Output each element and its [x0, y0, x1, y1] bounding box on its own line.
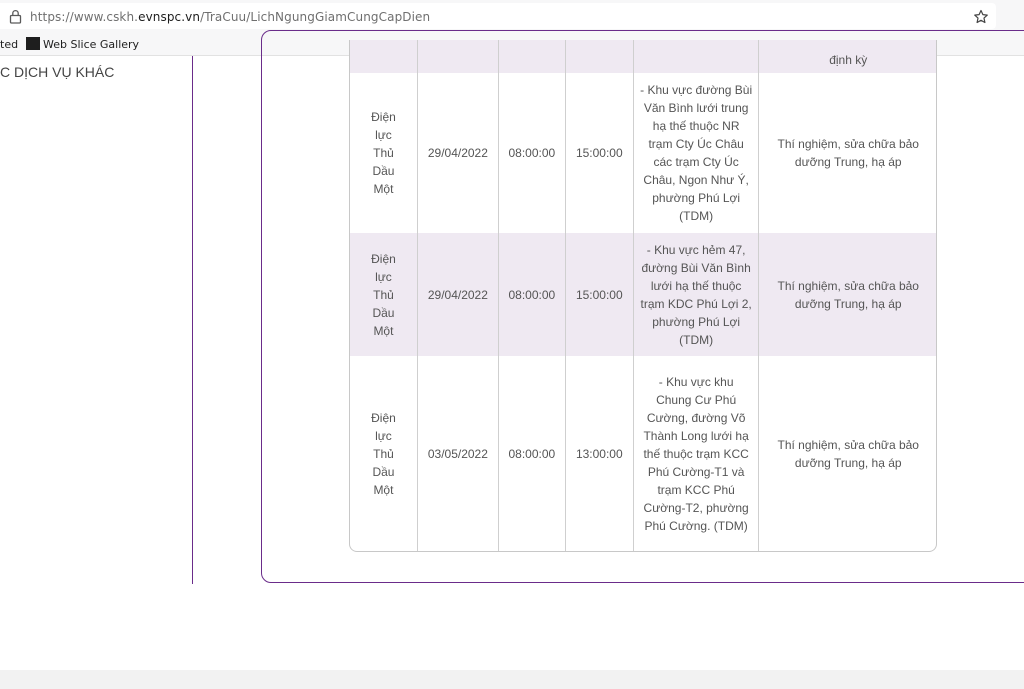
date-cell: 29/04/2022 [417, 233, 499, 356]
reason-cell: Thí nghiệm, sửa chữa bảo dưỡng Trung, hạ… [777, 137, 919, 169]
page-footer-strip [0, 670, 1024, 689]
reason-cell-partial: định kỳ [758, 40, 936, 73]
table-row: Điện lực Thủ Dầu Một 03/05/2022 08:00:00… [350, 356, 936, 551]
table-row: Điện lực Thủ Dầu Một 29/04/2022 08:00:00… [350, 73, 936, 233]
address-bar: https://www.cskh.evnspc.vn/TraCuu/LichNg… [0, 0, 1024, 32]
sidebar-divider [192, 56, 193, 584]
table-row: định kỳ [350, 40, 936, 73]
sidebar-other-services-title[interactable]: C DỊCH VỤ KHÁC [0, 64, 114, 80]
area-cell: - Khu vực đường Bùi Văn Bình lưới trung … [633, 73, 760, 233]
url-path: /TraCuu/LichNgungGiamCungCapDien [200, 10, 431, 24]
start-time-cell: 08:00:00 [498, 233, 566, 356]
unit-cell: Điện lực Thủ Dầu Một [371, 251, 396, 338]
end-time-cell: 13:00:00 [565, 356, 634, 551]
area-cell: - Khu vực khu Chung Cư Phú Cường, đường … [633, 356, 760, 551]
date-cell: 29/04/2022 [417, 73, 499, 233]
url-prefix: https://www.cskh. [30, 10, 139, 24]
bookmark-web-slice-gallery[interactable]: Web Slice Gallery [43, 38, 139, 51]
web-slice-icon [26, 37, 40, 50]
bookmark-item[interactable]: ted [0, 38, 18, 51]
area-cell: - Khu vực hẻm 47, đường Bùi Văn Bình lướ… [633, 233, 760, 356]
url-field[interactable]: https://www.cskh.evnspc.vn/TraCuu/LichNg… [0, 3, 996, 29]
reason-cell: Thí nghiệm, sửa chữa bảo dưỡng Trung, hạ… [777, 438, 919, 470]
table-row: Điện lực Thủ Dầu Một 29/04/2022 08:00:00… [350, 233, 936, 356]
url-domain: evnspc.vn [138, 10, 201, 24]
end-time-cell: 15:00:00 [565, 73, 634, 233]
end-time-cell: 15:00:00 [565, 233, 634, 356]
unit-cell: Điện lực Thủ Dầu Một [371, 110, 396, 196]
url-text[interactable]: https://www.cskh.evnspc.vn/TraCuu/LichNg… [30, 10, 430, 24]
start-time-cell: 08:00:00 [498, 73, 566, 233]
reason-cell: Thí nghiệm, sửa chữa bảo dưỡng Trung, hạ… [758, 233, 936, 356]
date-cell: 03/05/2022 [417, 356, 499, 551]
bookmark-star-icon[interactable] [973, 9, 989, 30]
lock-icon[interactable] [9, 9, 22, 29]
outage-schedule-table: định kỳ Điện lực Thủ Dầu Một 29/04/2022 … [349, 40, 937, 552]
start-time-cell: 08:00:00 [498, 356, 566, 551]
unit-cell: Điện lực Thủ Dầu Một [371, 411, 396, 497]
